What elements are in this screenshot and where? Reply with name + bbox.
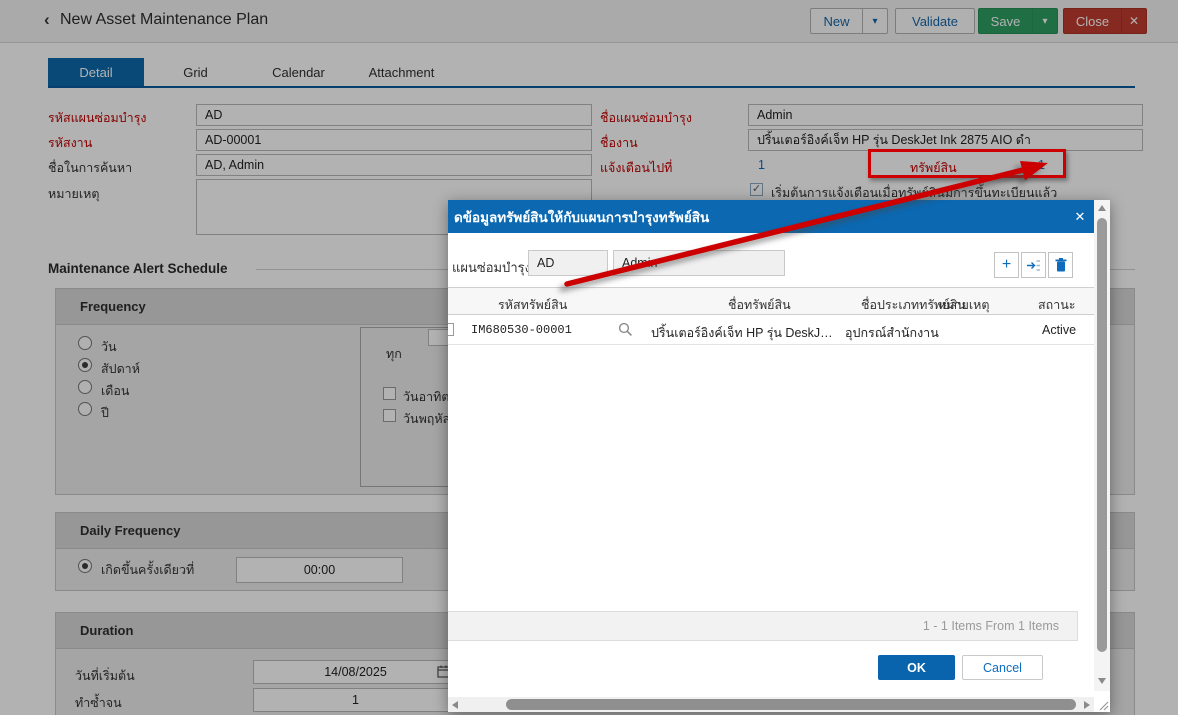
scroll-down-icon[interactable] xyxy=(1098,678,1106,684)
col-asset-name: ชื่อทรัพย์สิน xyxy=(728,295,791,315)
row-asset-type: อุปกรณ์สำนักงาน xyxy=(845,323,939,343)
vertical-scrollbar[interactable] xyxy=(1094,200,1110,691)
modal-titlebar: ดข้อมูลทรัพย์สินให้กับแผนการบำรุงทรัพย์ส… xyxy=(448,200,1094,233)
assign-asset-modal: ดข้อมูลทรัพย์สินให้กับแผนการบำรุงทรัพย์ส… xyxy=(448,200,1110,712)
modal-plan-code-field: AD xyxy=(528,250,608,276)
pagination-info: 1 - 1 Items From 1 Items xyxy=(448,611,1078,641)
trash-icon xyxy=(1055,258,1067,272)
vertical-scroll-thumb[interactable] xyxy=(1097,218,1107,652)
scroll-up-icon[interactable] xyxy=(1098,205,1106,211)
delete-row-button[interactable] xyxy=(1048,252,1073,278)
row-asset-name: ปริ้นเตอร์อิงค์เจ็ท HP รุ่น DeskJet Ink … xyxy=(651,323,839,343)
row-asset-code: IM680530-00001 xyxy=(471,323,572,337)
ok-button[interactable]: OK xyxy=(878,655,955,680)
modal-table-header: รหัสทรัพย์สิน ชื่อทรัพย์สิน ชื่อประเภททร… xyxy=(448,287,1094,315)
assign-icon xyxy=(1026,259,1041,272)
table-row[interactable]: IM680530-00001 ปริ้นเตอร์อิงค์เจ็ท HP รุ… xyxy=(448,315,1094,345)
resize-grip-icon[interactable] xyxy=(1096,698,1109,712)
assign-asset-button[interactable] xyxy=(1021,252,1046,278)
scroll-right-icon[interactable] xyxy=(1084,701,1090,709)
add-row-button[interactable]: + xyxy=(994,252,1019,278)
items-count-text: 1 - 1 Items From 1 Items xyxy=(923,619,1059,633)
search-icon[interactable] xyxy=(618,322,633,340)
col-status: สถานะ xyxy=(1038,295,1075,315)
row-checkbox[interactable] xyxy=(448,323,454,336)
scroll-left-icon[interactable] xyxy=(452,701,458,709)
modal-close-icon[interactable]: ✕ xyxy=(1070,207,1090,227)
col-note: หมายเหตุ xyxy=(938,295,989,315)
modal-plan-label: แผนซ่อมบำรุง xyxy=(452,257,531,278)
modal-title: ดข้อมูลทรัพย์สินให้กับแผนการบำรุงทรัพย์ส… xyxy=(454,206,709,228)
asset-maintenance-plan-page: ‹ New Asset Maintenance Plan New ▾ Valid… xyxy=(0,0,1178,715)
horizontal-scroll-thumb[interactable] xyxy=(506,699,1076,710)
col-asset-code: รหัสทรัพย์สิน xyxy=(498,295,567,315)
plus-icon: + xyxy=(1002,256,1011,274)
modal-plan-name-field: Admin xyxy=(613,250,785,276)
cancel-button[interactable]: Cancel xyxy=(962,655,1043,680)
row-status: Active xyxy=(1042,323,1076,337)
annotation-highlight-box xyxy=(868,149,1066,178)
horizontal-scrollbar[interactable] xyxy=(448,697,1094,712)
